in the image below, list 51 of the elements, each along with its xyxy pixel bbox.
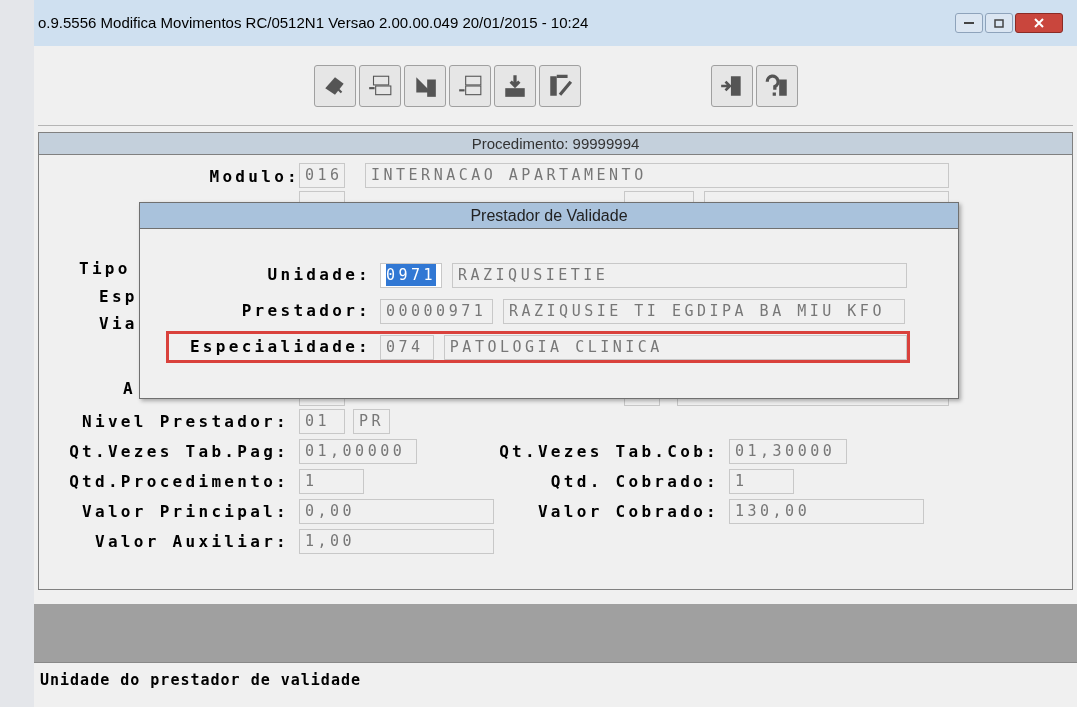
- input-field[interactable]: INTERNACAO APARTAMENTO: [365, 163, 949, 188]
- field-label[interactable]: Nivel Prestador:: [39, 409, 289, 434]
- minimize-icon: [964, 21, 974, 25]
- toolbar-button[interactable]: [493, 64, 536, 107]
- field-label[interactable]: A: [123, 377, 136, 401]
- input-field[interactable]: 01: [299, 409, 345, 434]
- input-field[interactable]: 1: [299, 469, 364, 494]
- input-field[interactable]: 016: [299, 163, 345, 188]
- dialog-title: Prestador de Validade: [140, 203, 958, 229]
- field-label[interactable]: Especialidade:: [171, 335, 371, 359]
- status-text: Unidade do prestador de validade: [40, 670, 361, 692]
- field-label[interactable]: Esp: [99, 285, 138, 309]
- input-field[interactable]: 0,00: [299, 499, 494, 524]
- input-field[interactable]: 00000971: [380, 298, 493, 324]
- field-label[interactable]: Qtd. Cobrado:: [419, 469, 719, 494]
- field-label[interactable]: Valor Principal:: [39, 499, 289, 524]
- input-field[interactable]: 074: [380, 334, 434, 360]
- field-label[interactable]: Qt.Vezes Tab.Pag:: [39, 439, 289, 464]
- toolbar-button[interactable]: [358, 64, 401, 107]
- panel-header: Procedimento: 99999994: [39, 133, 1072, 155]
- field-label[interactable]: Qt.Vezes Tab.Cob:: [419, 439, 719, 464]
- toolbar-button[interactable]: [538, 64, 581, 107]
- input-field[interactable]: 130,00: [729, 499, 924, 524]
- toolbar-button[interactable]: [755, 64, 798, 107]
- input-field[interactable]: PATOLOGIA CLINICA: [443, 334, 907, 360]
- field-label[interactable]: Via: [99, 312, 138, 336]
- field-label[interactable]: Prestador:: [171, 299, 371, 323]
- field-label[interactable]: Qtd.Procedimento:: [39, 469, 289, 494]
- maximize-icon: [994, 18, 1004, 28]
- help-icon: [763, 72, 790, 99]
- field-label[interactable]: Tipo: [79, 257, 131, 281]
- window-title: o.9.5556 Modifica Movimentos RC/0512N1 Versao 2.00.00.049 20/01/2015 - 10:24: [38, 12, 589, 33]
- close-icon: [1034, 18, 1044, 28]
- input-field[interactable]: 1: [729, 469, 794, 494]
- input-field[interactable]: 01,30000: [729, 439, 847, 464]
- input-field[interactable]: PR: [353, 409, 390, 434]
- toolbar-button[interactable]: [448, 64, 491, 107]
- toolbar-button[interactable]: [403, 64, 446, 107]
- toolbar-button[interactable]: [710, 64, 753, 107]
- maximize-button[interactable]: [985, 13, 1013, 33]
- input-field[interactable]: 1,00: [299, 529, 494, 554]
- toolbar-button[interactable]: [313, 64, 356, 107]
- close-button[interactable]: [1015, 13, 1063, 33]
- input-field[interactable]: RAZIQUSIE TI EGDIPA BA MIU KFO: [503, 298, 905, 324]
- input-field[interactable]: 01,00000: [299, 439, 417, 464]
- input-field[interactable]: RAZIQUSIETIE: [452, 262, 907, 288]
- input-field[interactable]: 0971: [380, 262, 442, 288]
- field-label[interactable]: Modulo:: [89, 165, 300, 189]
- field-label[interactable]: Unidade:: [171, 263, 371, 287]
- minimize-button[interactable]: [955, 13, 983, 33]
- field-label[interactable]: Valor Auxiliar:: [39, 529, 289, 554]
